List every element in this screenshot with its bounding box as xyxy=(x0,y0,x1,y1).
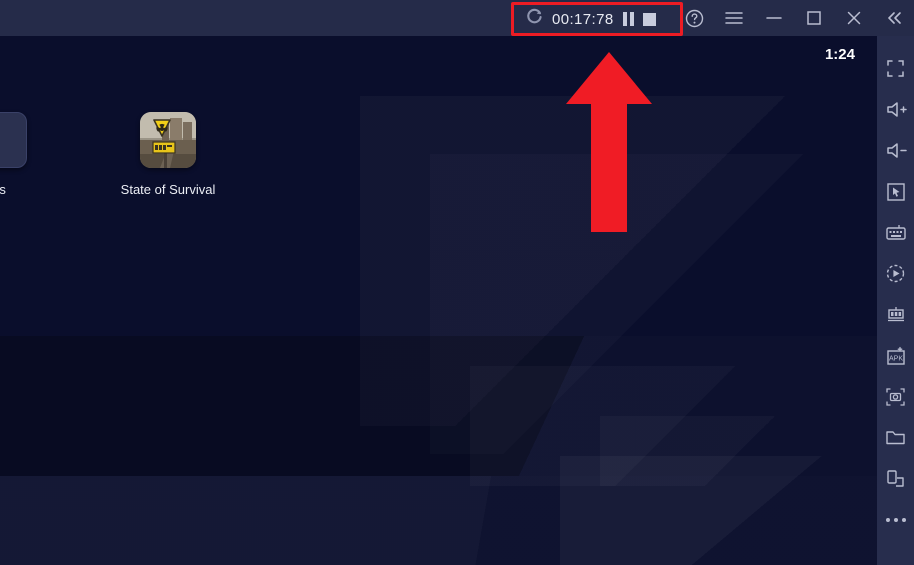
install-apk-icon[interactable]: APK xyxy=(877,335,914,376)
app-label: State of Survival xyxy=(120,182,216,197)
screen-recorder-widget[interactable]: 00:17:78 xyxy=(516,5,678,33)
macro-record-icon[interactable] xyxy=(877,253,914,294)
wallpaper-band xyxy=(0,476,877,565)
status-bar-clock: 1:24 xyxy=(824,46,855,63)
recording-timer: 00:17:78 xyxy=(552,10,614,28)
volume-up-icon[interactable] xyxy=(877,89,914,130)
app-thumbnail xyxy=(140,112,196,168)
svg-text:APK: APK xyxy=(888,355,902,362)
more-icon[interactable] xyxy=(877,499,914,540)
list-item[interactable]: ps xyxy=(0,112,54,197)
app-icon-state-of-survival[interactable]: State of Survival xyxy=(113,112,223,197)
pointer-icon[interactable] xyxy=(877,171,914,212)
maximize-icon[interactable] xyxy=(794,0,834,36)
folder-icon[interactable] xyxy=(877,417,914,458)
rotate-icon[interactable] xyxy=(877,458,914,499)
menu-icon[interactable] xyxy=(714,0,754,36)
pause-icon[interactable] xyxy=(622,12,634,26)
app-thumbnail xyxy=(0,112,27,168)
minimize-icon[interactable] xyxy=(754,0,794,36)
window-title-bar: 00:17:78 xyxy=(0,0,914,36)
stop-icon[interactable] xyxy=(642,12,656,26)
emulator-sidebar: APK xyxy=(877,36,914,565)
collapse-icon[interactable] xyxy=(874,0,914,36)
app-label: ps xyxy=(0,182,6,197)
fullscreen-icon[interactable] xyxy=(877,48,914,89)
recording-circle-icon xyxy=(526,8,543,30)
keyboard-icon[interactable] xyxy=(877,212,914,253)
volume-down-icon[interactable] xyxy=(877,130,914,171)
help-icon[interactable] xyxy=(674,0,714,36)
emulator-screen: 1:24 ps xyxy=(0,36,877,565)
red-up-arrow xyxy=(566,52,652,232)
multi-instance-icon[interactable] xyxy=(877,294,914,335)
screenshot-icon[interactable] xyxy=(877,376,914,417)
close-icon[interactable] xyxy=(834,0,874,36)
